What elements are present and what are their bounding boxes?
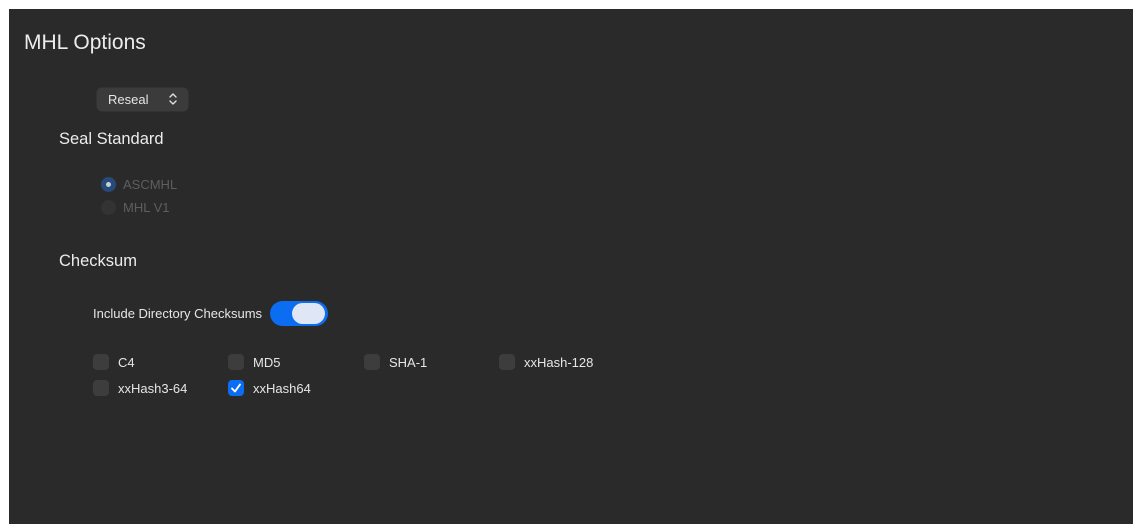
mode-popup-button[interactable]: Reseal	[97, 88, 188, 111]
checkbox-label: xxHash64	[253, 380, 311, 396]
switch-knob	[292, 303, 326, 324]
checkbox-xxhash64[interactable]: xxHash64	[228, 380, 311, 396]
checkbox-box	[228, 354, 244, 370]
checkbox-label: C4	[118, 354, 135, 370]
panel-title: MHL Options	[24, 31, 146, 54]
checksum-heading: Checksum	[59, 252, 137, 270]
radio-button-unselected	[101, 200, 116, 215]
seal-standard-heading: Seal Standard	[59, 130, 164, 148]
checkbox-box	[93, 380, 109, 396]
checkmark-icon	[231, 383, 241, 393]
checkbox-label: xxHash-128	[524, 354, 594, 370]
mode-popup-label: Reseal	[108, 92, 149, 107]
include-directory-checksums-label: Include Directory Checksums	[93, 306, 263, 321]
radio-button-selected	[101, 177, 116, 192]
checkbox-md5[interactable]: MD5	[228, 354, 280, 370]
radio-mhl-v1[interactable]: MHL V1	[101, 200, 169, 215]
checkbox-box	[499, 354, 515, 370]
checkbox-label: xxHash3-64	[118, 380, 188, 396]
radio-label: MHL V1	[123, 200, 170, 215]
include-directory-checksums-switch[interactable]	[270, 301, 329, 326]
checkbox-label: MD5	[253, 354, 281, 370]
checkbox-box	[364, 354, 380, 370]
radio-ascmhl[interactable]: ASCMHL	[101, 177, 177, 192]
checkbox-xxhash-128[interactable]: xxHash-128	[499, 354, 593, 370]
mhl-options-panel: MHL Options Reseal Seal Standard ASCMHL …	[9, 9, 1133, 524]
radio-label: ASCMHL	[123, 177, 178, 192]
checkbox-box-checked	[228, 380, 244, 396]
include-directory-checksums-row: Include Directory Checksums	[93, 301, 329, 326]
checkbox-xxhash3-64[interactable]: xxHash3-64	[93, 380, 187, 396]
up-down-chevron-icon	[168, 91, 178, 107]
checkbox-label: SHA-1	[389, 354, 428, 370]
checkbox-c4[interactable]: C4	[93, 354, 135, 370]
checkbox-sha1[interactable]: SHA-1	[364, 354, 427, 370]
checkbox-box	[93, 354, 109, 370]
